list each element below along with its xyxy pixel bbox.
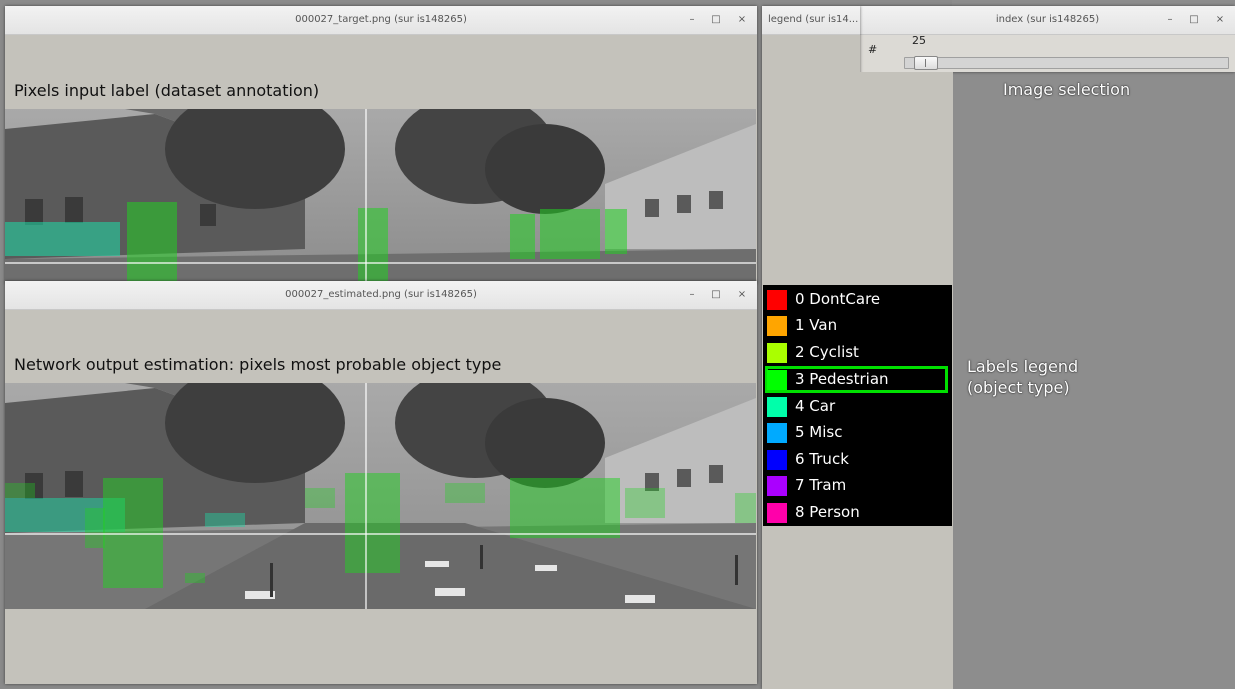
slider-track[interactable] [904, 56, 1229, 70]
close-button[interactable]: × [735, 13, 749, 27]
target-title: 000027_target.png (sur is148265) [295, 14, 467, 25]
legend-swatch [767, 503, 787, 523]
legend-item-car: 4 Car [765, 395, 948, 418]
desktop-background [952, 0, 1235, 689]
labels-legend-annotation-line1: Labels legend [967, 357, 1079, 376]
target-image [5, 109, 756, 283]
slider-value: 25 [912, 34, 926, 47]
target-titlebar[interactable]: 000027_target.png (sur is148265) – □ × [5, 6, 757, 35]
legend-titlebar[interactable]: legend (sur is14... [762, 6, 860, 35]
estimated-image [5, 383, 756, 609]
legend-item-label: 5 Misc [795, 423, 843, 441]
legend-swatch [767, 370, 787, 390]
target-street-scene [5, 109, 756, 283]
legend-swatch [767, 343, 787, 363]
legend-swatch [767, 290, 787, 310]
legend-swatch [767, 476, 787, 496]
index-titlebar[interactable]: index (sur is148265) – □ × [860, 6, 1235, 35]
legend-title: legend (sur is14... [768, 14, 859, 25]
estimated-titlebar[interactable]: 000027_estimated.png (sur is148265) – □ … [5, 281, 757, 310]
legend-item-label: 4 Car [795, 397, 836, 415]
minimize-button[interactable]: – [685, 13, 699, 27]
slider-area: # 25 [860, 34, 1235, 72]
legend-swatch [767, 397, 787, 417]
maximize-button[interactable]: □ [709, 13, 723, 27]
close-button[interactable]: × [735, 288, 749, 302]
estimated-annotation: Network output estimation: pixels most p… [14, 355, 502, 374]
legend-item-tram: 7 Tram [765, 474, 948, 497]
legend-swatch [767, 450, 787, 470]
legend-item-label: 8 Person [795, 503, 860, 521]
legend-item-cyclist: 2 Cyclist [765, 341, 948, 364]
legend-item-truck: 6 Truck [765, 448, 948, 471]
legend-item-label: 6 Truck [795, 450, 849, 468]
estimated-street-scene [5, 383, 756, 609]
labels-legend-annotation-line2: (object type) [967, 378, 1070, 397]
estimated-window: 000027_estimated.png (sur is148265) – □ … [5, 281, 757, 684]
minimize-button[interactable]: – [1163, 13, 1177, 27]
legend-item-label: 3 Pedestrian [795, 370, 889, 388]
maximize-button[interactable]: □ [709, 288, 723, 302]
legend-swatch [767, 423, 787, 443]
maximize-button[interactable]: □ [1187, 13, 1201, 27]
index-title: index (sur is148265) [995, 14, 1100, 25]
estimated-title: 000027_estimated.png (sur is148265) [285, 289, 477, 300]
legend-list: 0 DontCare 1 Van 2 Cyclist 3 Pedestrian … [763, 285, 952, 526]
close-button[interactable]: × [1213, 13, 1227, 27]
legend-item-person: 8 Person [765, 501, 948, 524]
legend-item-label: 0 DontCare [795, 290, 881, 308]
legend-item-label: 2 Cyclist [795, 343, 859, 361]
legend-item-label: 7 Tram [795, 476, 847, 494]
legend-item-pedestrian: 3 Pedestrian [765, 366, 948, 393]
legend-item-label: 1 Van [795, 316, 838, 334]
legend-swatch [767, 316, 787, 336]
image-selection-annotation: Image selection [1003, 80, 1131, 99]
legend-item-dontcare: 0 DontCare [765, 288, 948, 311]
legend-item-misc: 5 Misc [765, 421, 948, 444]
slider-handle[interactable] [914, 56, 938, 70]
legend-item-van: 1 Van [765, 314, 948, 337]
minimize-button[interactable]: – [685, 288, 699, 302]
index-window: index (sur is148265) – □ × # 25 [860, 6, 1235, 72]
target-annotation: Pixels input label (dataset annotation) [14, 81, 320, 100]
target-window: 000027_target.png (sur is148265) – □ × P… [5, 6, 757, 283]
slider-label: # [868, 43, 878, 56]
